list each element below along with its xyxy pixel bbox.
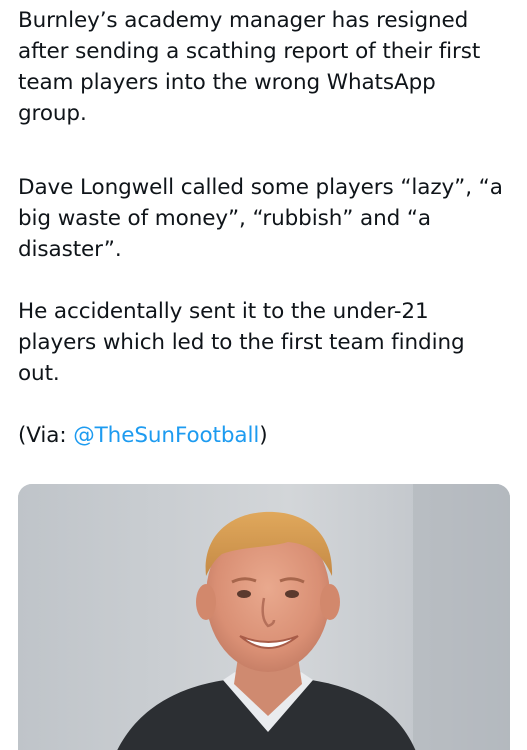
via-suffix: ) xyxy=(259,423,268,448)
tweet-photo[interactable] xyxy=(18,484,510,750)
tweet-paragraph-3: He accidentally sent it to the under-21 … xyxy=(18,299,465,386)
tweet: Burnley’s academy manager has resigned a… xyxy=(0,0,527,750)
via-prefix: (Via: xyxy=(18,423,74,448)
portrait-photo xyxy=(18,484,510,750)
tweet-paragraph-1: Burnley’s academy manager has resigned a… xyxy=(18,8,481,126)
tweet-via-line: (Via: @TheSunFootball) xyxy=(18,420,510,451)
mention-link[interactable]: @TheSunFootball xyxy=(73,423,259,448)
tweet-paragraph-2: Dave Longwell called some players “lazy”… xyxy=(18,175,503,262)
